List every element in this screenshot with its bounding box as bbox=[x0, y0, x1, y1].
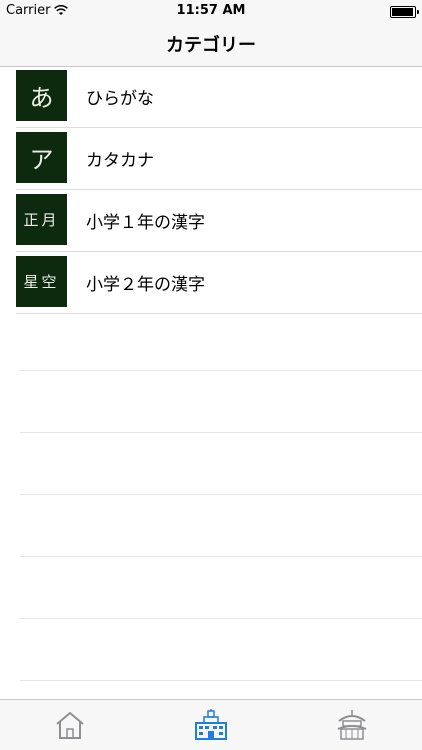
page-title: カテゴリー bbox=[166, 35, 256, 56]
status-bar: Carrier 11:57 AM bbox=[0, 0, 422, 22]
category-row-katakana[interactable]: ア カタカナ bbox=[16, 128, 422, 190]
empty-row bbox=[20, 371, 422, 433]
battery-fill bbox=[392, 8, 413, 16]
empty-row bbox=[20, 433, 422, 495]
school-icon bbox=[194, 709, 227, 740]
category-label: カタカナ bbox=[86, 151, 154, 171]
tab-shrine[interactable] bbox=[322, 700, 382, 750]
empty-row bbox=[20, 495, 422, 557]
category-row-grade1-kanji[interactable]: 正月 小学１年の漢字 bbox=[16, 190, 422, 252]
tab-school[interactable] bbox=[181, 700, 241, 750]
category-thumbnail: ア bbox=[16, 132, 67, 183]
category-label: 小学２年の漢字 bbox=[86, 275, 205, 295]
category-thumbnail: あ bbox=[16, 70, 67, 121]
category-label: ひらがな bbox=[86, 89, 154, 109]
empty-row bbox=[20, 619, 422, 681]
tab-bar bbox=[0, 699, 422, 750]
empty-list-area bbox=[20, 309, 422, 681]
category-thumbnail: 正月 bbox=[16, 194, 67, 245]
category-thumbnail: 星空 bbox=[16, 256, 67, 307]
tab-home[interactable] bbox=[40, 700, 100, 750]
category-row-hiragana[interactable]: あ ひらがな bbox=[16, 66, 422, 128]
category-row-grade2-kanji[interactable]: 星空 小学２年の漢字 bbox=[16, 252, 422, 314]
empty-row bbox=[20, 309, 422, 371]
battery-icon bbox=[390, 6, 419, 18]
category-list: あ ひらがな ア カタカナ 正月 小学１年の漢字 星空 小学２年の漢字 bbox=[0, 66, 422, 314]
navigation-bar: カテゴリー bbox=[0, 22, 422, 67]
category-label: 小学１年の漢字 bbox=[86, 213, 205, 233]
shrine-icon bbox=[337, 710, 367, 740]
home-icon bbox=[56, 711, 84, 739]
empty-row bbox=[20, 557, 422, 619]
status-time: 11:57 AM bbox=[176, 3, 246, 18]
